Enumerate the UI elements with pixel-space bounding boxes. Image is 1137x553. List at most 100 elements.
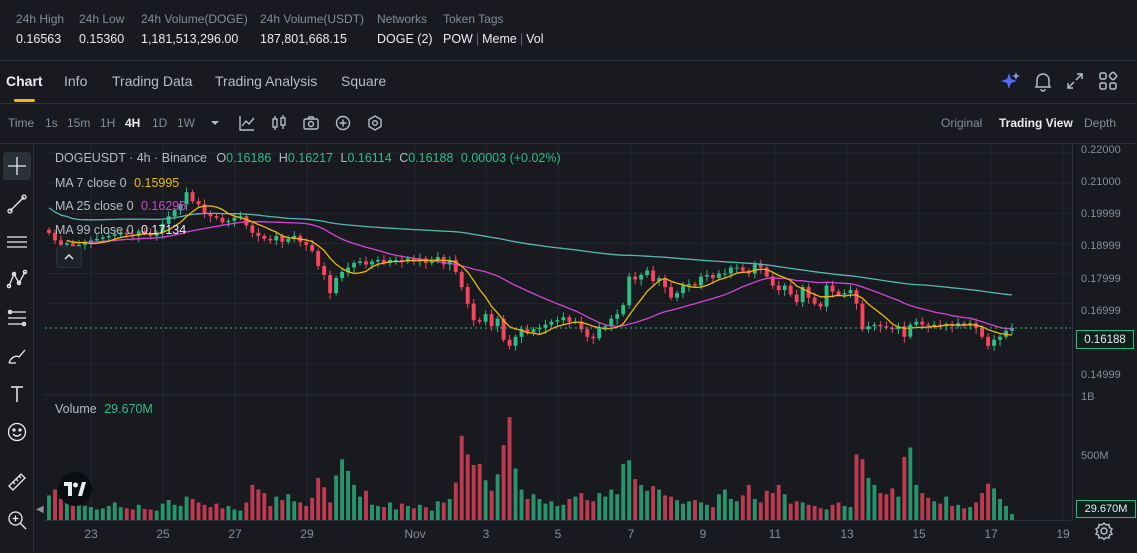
candlestick-type-icon[interactable] — [270, 114, 288, 132]
volume-bar — [441, 502, 446, 520]
price-tick: 0.14999 — [1081, 369, 1121, 381]
stat-networks[interactable]: Networks DOGE (2) — [377, 12, 433, 46]
time-axis[interactable]: 23 25 27 29 Nov 3 5 7 9 11 13 15 17 19 — [45, 520, 1071, 553]
candle-body — [872, 324, 877, 327]
ai-sparkle-icon[interactable] — [1000, 70, 1022, 92]
candle-body — [328, 275, 333, 294]
time-tick: 19 — [1056, 527, 1070, 541]
expand-icon[interactable] — [1064, 70, 1086, 92]
volume-bar — [609, 489, 614, 520]
volume-bar — [220, 508, 225, 520]
chart-settings-gear-icon[interactable] — [1094, 521, 1114, 541]
crosshair-icon[interactable] — [3, 152, 31, 180]
zoom-icon[interactable] — [3, 506, 31, 534]
token-tag-pow[interactable]: POW — [443, 32, 473, 46]
interval-1s[interactable]: 1s — [45, 116, 58, 130]
indicator-icon[interactable] — [238, 114, 256, 132]
chevron-down-icon[interactable] — [206, 114, 224, 132]
volume-bar — [848, 507, 853, 520]
emoji-icon[interactable] — [3, 418, 31, 446]
brush-icon[interactable] — [3, 342, 31, 370]
volume-bar — [657, 489, 662, 520]
view-depth[interactable]: Depth — [1084, 116, 1116, 130]
settings-icon[interactable] — [366, 114, 384, 132]
volume-bar — [53, 489, 57, 520]
tradingview-logo[interactable] — [58, 472, 92, 506]
volume-bar — [800, 502, 805, 520]
ruler-icon[interactable] — [3, 468, 31, 496]
tab-square[interactable]: Square — [341, 73, 386, 89]
grid-layout-icon[interactable] — [1097, 70, 1119, 92]
volume-bar — [202, 504, 207, 520]
volume-bar — [292, 501, 297, 520]
tab-chart[interactable]: Chart — [6, 73, 43, 102]
volume-tick: 1B — [1081, 391, 1095, 403]
candle-body — [190, 192, 195, 202]
fib-icon[interactable] — [3, 304, 31, 332]
camera-icon[interactable] — [302, 114, 320, 132]
volume-bar — [579, 493, 584, 520]
candle-body — [740, 267, 745, 271]
volume-bar — [70, 503, 75, 520]
volume-bar — [196, 502, 201, 520]
networks-value[interactable]: DOGE (2) — [377, 32, 433, 46]
time-label: Time — [8, 116, 35, 130]
volume-bar — [130, 509, 135, 520]
ma25-legend[interactable]: MA 25 close 0 0.16296 — [55, 199, 186, 213]
volume-bar — [705, 504, 709, 520]
volume-bar — [944, 496, 949, 520]
token-tag-meme[interactable]: Meme — [482, 32, 517, 46]
volume-bar — [633, 479, 638, 520]
text-icon[interactable] — [3, 380, 31, 408]
high-label: H — [278, 151, 288, 165]
candle-body — [196, 201, 201, 205]
time-tick: 7 — [627, 527, 635, 541]
candle-body — [621, 305, 626, 315]
time-tick: 23 — [84, 527, 98, 541]
interval-1h[interactable]: 1H — [100, 116, 115, 130]
interval-15m[interactable]: 15m — [67, 116, 90, 130]
price-axis[interactable]: 0.22000 0.21000 0.19999 0.18999 0.17999 … — [1072, 144, 1137, 520]
volume-bar — [489, 490, 494, 520]
volume-bar — [681, 503, 685, 520]
volume-bar — [94, 509, 99, 520]
trend-line-icon[interactable] — [3, 190, 31, 218]
interval-1w[interactable]: 1W — [177, 116, 195, 130]
tab-info[interactable]: Info — [64, 73, 87, 89]
ma7-legend[interactable]: MA 7 close 0 0.15995 — [55, 176, 179, 190]
volume-bar — [818, 508, 823, 520]
interval-1d[interactable]: 1D — [152, 116, 167, 130]
pattern-icon[interactable] — [3, 266, 31, 294]
interval-4h[interactable]: 4H — [125, 116, 140, 130]
candlestick-chart[interactable] — [45, 144, 1071, 520]
candle-body — [722, 273, 727, 275]
candle-body — [334, 278, 339, 294]
volume-bar — [304, 505, 309, 520]
close-label: C — [399, 151, 409, 165]
add-icon[interactable] — [334, 114, 352, 132]
token-tag-vol[interactable]: Vol — [526, 32, 543, 46]
volume-bar — [507, 417, 512, 520]
volume-bar — [663, 495, 668, 520]
view-trading-view[interactable]: Trading View — [999, 116, 1073, 130]
volume-bar — [549, 501, 554, 520]
volume-value: 29.670M — [104, 402, 153, 416]
tab-trading-data[interactable]: Trading Data — [112, 73, 192, 89]
tag-separator: | — [519, 32, 524, 46]
candle-body — [256, 232, 261, 236]
horizontal-lines-icon[interactable] — [3, 228, 31, 256]
tab-trading-analysis[interactable]: Trading Analysis — [215, 73, 317, 89]
bell-icon[interactable] — [1032, 70, 1054, 92]
low-value: 0.16114 — [347, 151, 392, 165]
candle-body — [752, 264, 757, 274]
candle-body — [788, 285, 793, 295]
ma99-legend[interactable]: MA 99 close 0 0.17134 — [55, 223, 186, 237]
price-tick: 0.16999 — [1081, 305, 1121, 317]
collapse-legend-button[interactable] — [56, 246, 82, 268]
collapse-toolbar-handle[interactable]: ◀ — [36, 504, 44, 520]
candle-body — [812, 297, 817, 304]
volume-bar — [920, 493, 925, 520]
volume-bar — [382, 507, 386, 520]
view-original[interactable]: Original — [941, 116, 982, 130]
candle-body — [489, 314, 494, 327]
